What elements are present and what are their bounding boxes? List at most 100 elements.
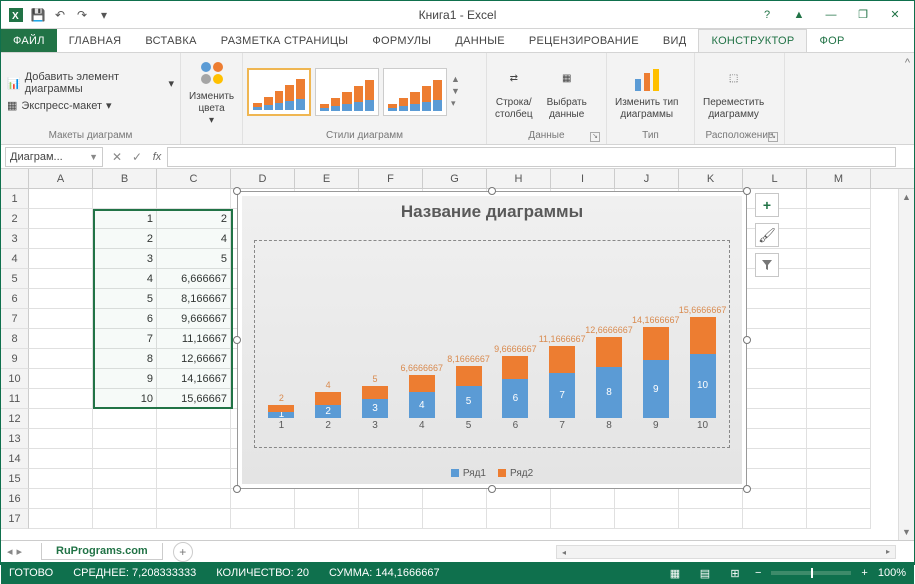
chart-elements-button[interactable]: + (755, 193, 779, 217)
cell[interactable] (29, 289, 93, 309)
tab-file[interactable]: ФАЙЛ (1, 29, 57, 52)
restore-icon[interactable]: ❐ (848, 5, 878, 25)
change-colors-button[interactable]: Изменить цвета ▾ (185, 55, 238, 129)
cell[interactable] (487, 489, 551, 509)
cell[interactable] (807, 269, 871, 289)
cell[interactable] (551, 489, 615, 509)
tab-design[interactable]: КОНСТРУКТОР (698, 29, 807, 52)
enter-icon[interactable]: ✓ (127, 147, 147, 167)
cell[interactable]: 4 (157, 229, 231, 249)
tab-view[interactable]: ВИД (651, 29, 699, 52)
cell[interactable] (743, 329, 807, 349)
cell[interactable] (295, 489, 359, 509)
cells[interactable]: Название диаграммы 12243546,666666758,16… (29, 189, 914, 540)
dialog-launcher-icon[interactable]: ↘ (590, 132, 600, 142)
col-header[interactable]: J (615, 169, 679, 188)
cell[interactable] (807, 249, 871, 269)
col-header[interactable]: L (743, 169, 807, 188)
cell[interactable] (807, 489, 871, 509)
cell[interactable] (93, 189, 157, 209)
tab-format[interactable]: ФОР (807, 29, 856, 52)
cell[interactable]: 4 (93, 269, 157, 289)
col-header[interactable]: I (551, 169, 615, 188)
view-page-break-icon[interactable]: ⊞ (725, 565, 745, 581)
cell[interactable] (29, 389, 93, 409)
style-gallery-down-icon[interactable]: ▼ (451, 86, 460, 96)
chart-title[interactable]: Название диаграммы (242, 196, 742, 222)
cell[interactable]: 9 (93, 369, 157, 389)
tab-data[interactable]: ДАННЫЕ (443, 29, 517, 52)
zoom-level[interactable]: 100% (878, 567, 906, 579)
row-header[interactable]: 17 (1, 509, 29, 529)
cell[interactable] (807, 469, 871, 489)
row-header[interactable]: 1 (1, 189, 29, 209)
cell[interactable] (29, 409, 93, 429)
col-header[interactable]: D (231, 169, 295, 188)
change-chart-type-button[interactable]: Изменить тип диаграммы (611, 61, 682, 123)
scroll-up-icon[interactable]: ▲ (899, 189, 914, 205)
cell[interactable] (157, 409, 231, 429)
style-gallery-more-icon[interactable]: ▾ (451, 98, 460, 109)
sheet-tab[interactable]: RuPrograms.com (41, 543, 163, 560)
row-header[interactable]: 8 (1, 329, 29, 349)
cell[interactable]: 8 (93, 349, 157, 369)
chart-styles-button[interactable]: 🖌 (755, 223, 779, 247)
cell[interactable] (29, 269, 93, 289)
cell[interactable]: 11,16667 (157, 329, 231, 349)
cell[interactable] (93, 469, 157, 489)
cell[interactable]: 6 (93, 309, 157, 329)
cell[interactable] (743, 289, 807, 309)
row-header[interactable]: 16 (1, 489, 29, 509)
cell[interactable] (807, 349, 871, 369)
redo-icon[interactable]: ↷ (73, 6, 91, 24)
cell[interactable] (807, 289, 871, 309)
row-header[interactable]: 13 (1, 429, 29, 449)
cell[interactable] (807, 389, 871, 409)
cell[interactable] (615, 509, 679, 529)
chart-object[interactable]: Название диаграммы 12243546,666666758,16… (237, 191, 747, 489)
col-header[interactable]: K (679, 169, 743, 188)
chart-area[interactable]: Название диаграммы 12243546,666666758,16… (242, 196, 742, 484)
horizontal-scrollbar[interactable]: ◂ ▸ (556, 545, 896, 559)
tab-home[interactable]: ГЛАВНАЯ (57, 29, 134, 52)
cell[interactable] (29, 469, 93, 489)
cell[interactable]: 6,666667 (157, 269, 231, 289)
cell[interactable] (157, 429, 231, 449)
excel-icon[interactable]: X (7, 6, 25, 24)
cell[interactable] (807, 229, 871, 249)
cell[interactable] (29, 449, 93, 469)
cell[interactable] (423, 509, 487, 529)
col-header[interactable]: E (295, 169, 359, 188)
cell[interactable] (807, 369, 871, 389)
row-header[interactable]: 5 (1, 269, 29, 289)
cell[interactable] (29, 509, 93, 529)
col-header[interactable]: B (93, 169, 157, 188)
row-header[interactable]: 7 (1, 309, 29, 329)
chart-filters-button[interactable] (755, 253, 779, 277)
cell[interactable]: 1 (93, 209, 157, 229)
cell[interactable] (679, 509, 743, 529)
row-header[interactable]: 10 (1, 369, 29, 389)
worksheet-grid[interactable]: 1234567891011121314151617 Название диагр… (1, 189, 914, 540)
cell[interactable] (743, 369, 807, 389)
name-box[interactable]: Диаграм...▼ (5, 147, 103, 167)
cell[interactable]: 2 (157, 209, 231, 229)
ribbon-display-icon[interactable]: ▲ (784, 5, 814, 25)
cell[interactable] (743, 349, 807, 369)
row-header[interactable]: 14 (1, 449, 29, 469)
col-header[interactable]: G (423, 169, 487, 188)
scroll-down-icon[interactable]: ▼ (899, 524, 914, 540)
cell[interactable] (807, 189, 871, 209)
cell[interactable] (359, 509, 423, 529)
scroll-right-icon[interactable]: ▸ (881, 546, 895, 558)
cell[interactable] (743, 309, 807, 329)
cell[interactable] (93, 429, 157, 449)
undo-icon[interactable]: ↶ (51, 6, 69, 24)
cell[interactable]: 12,66667 (157, 349, 231, 369)
select-all-corner[interactable] (1, 169, 29, 188)
dialog-launcher-icon[interactable]: ↘ (768, 132, 778, 142)
cell[interactable] (807, 309, 871, 329)
cell[interactable] (743, 489, 807, 509)
cell[interactable] (157, 489, 231, 509)
cell[interactable] (807, 449, 871, 469)
